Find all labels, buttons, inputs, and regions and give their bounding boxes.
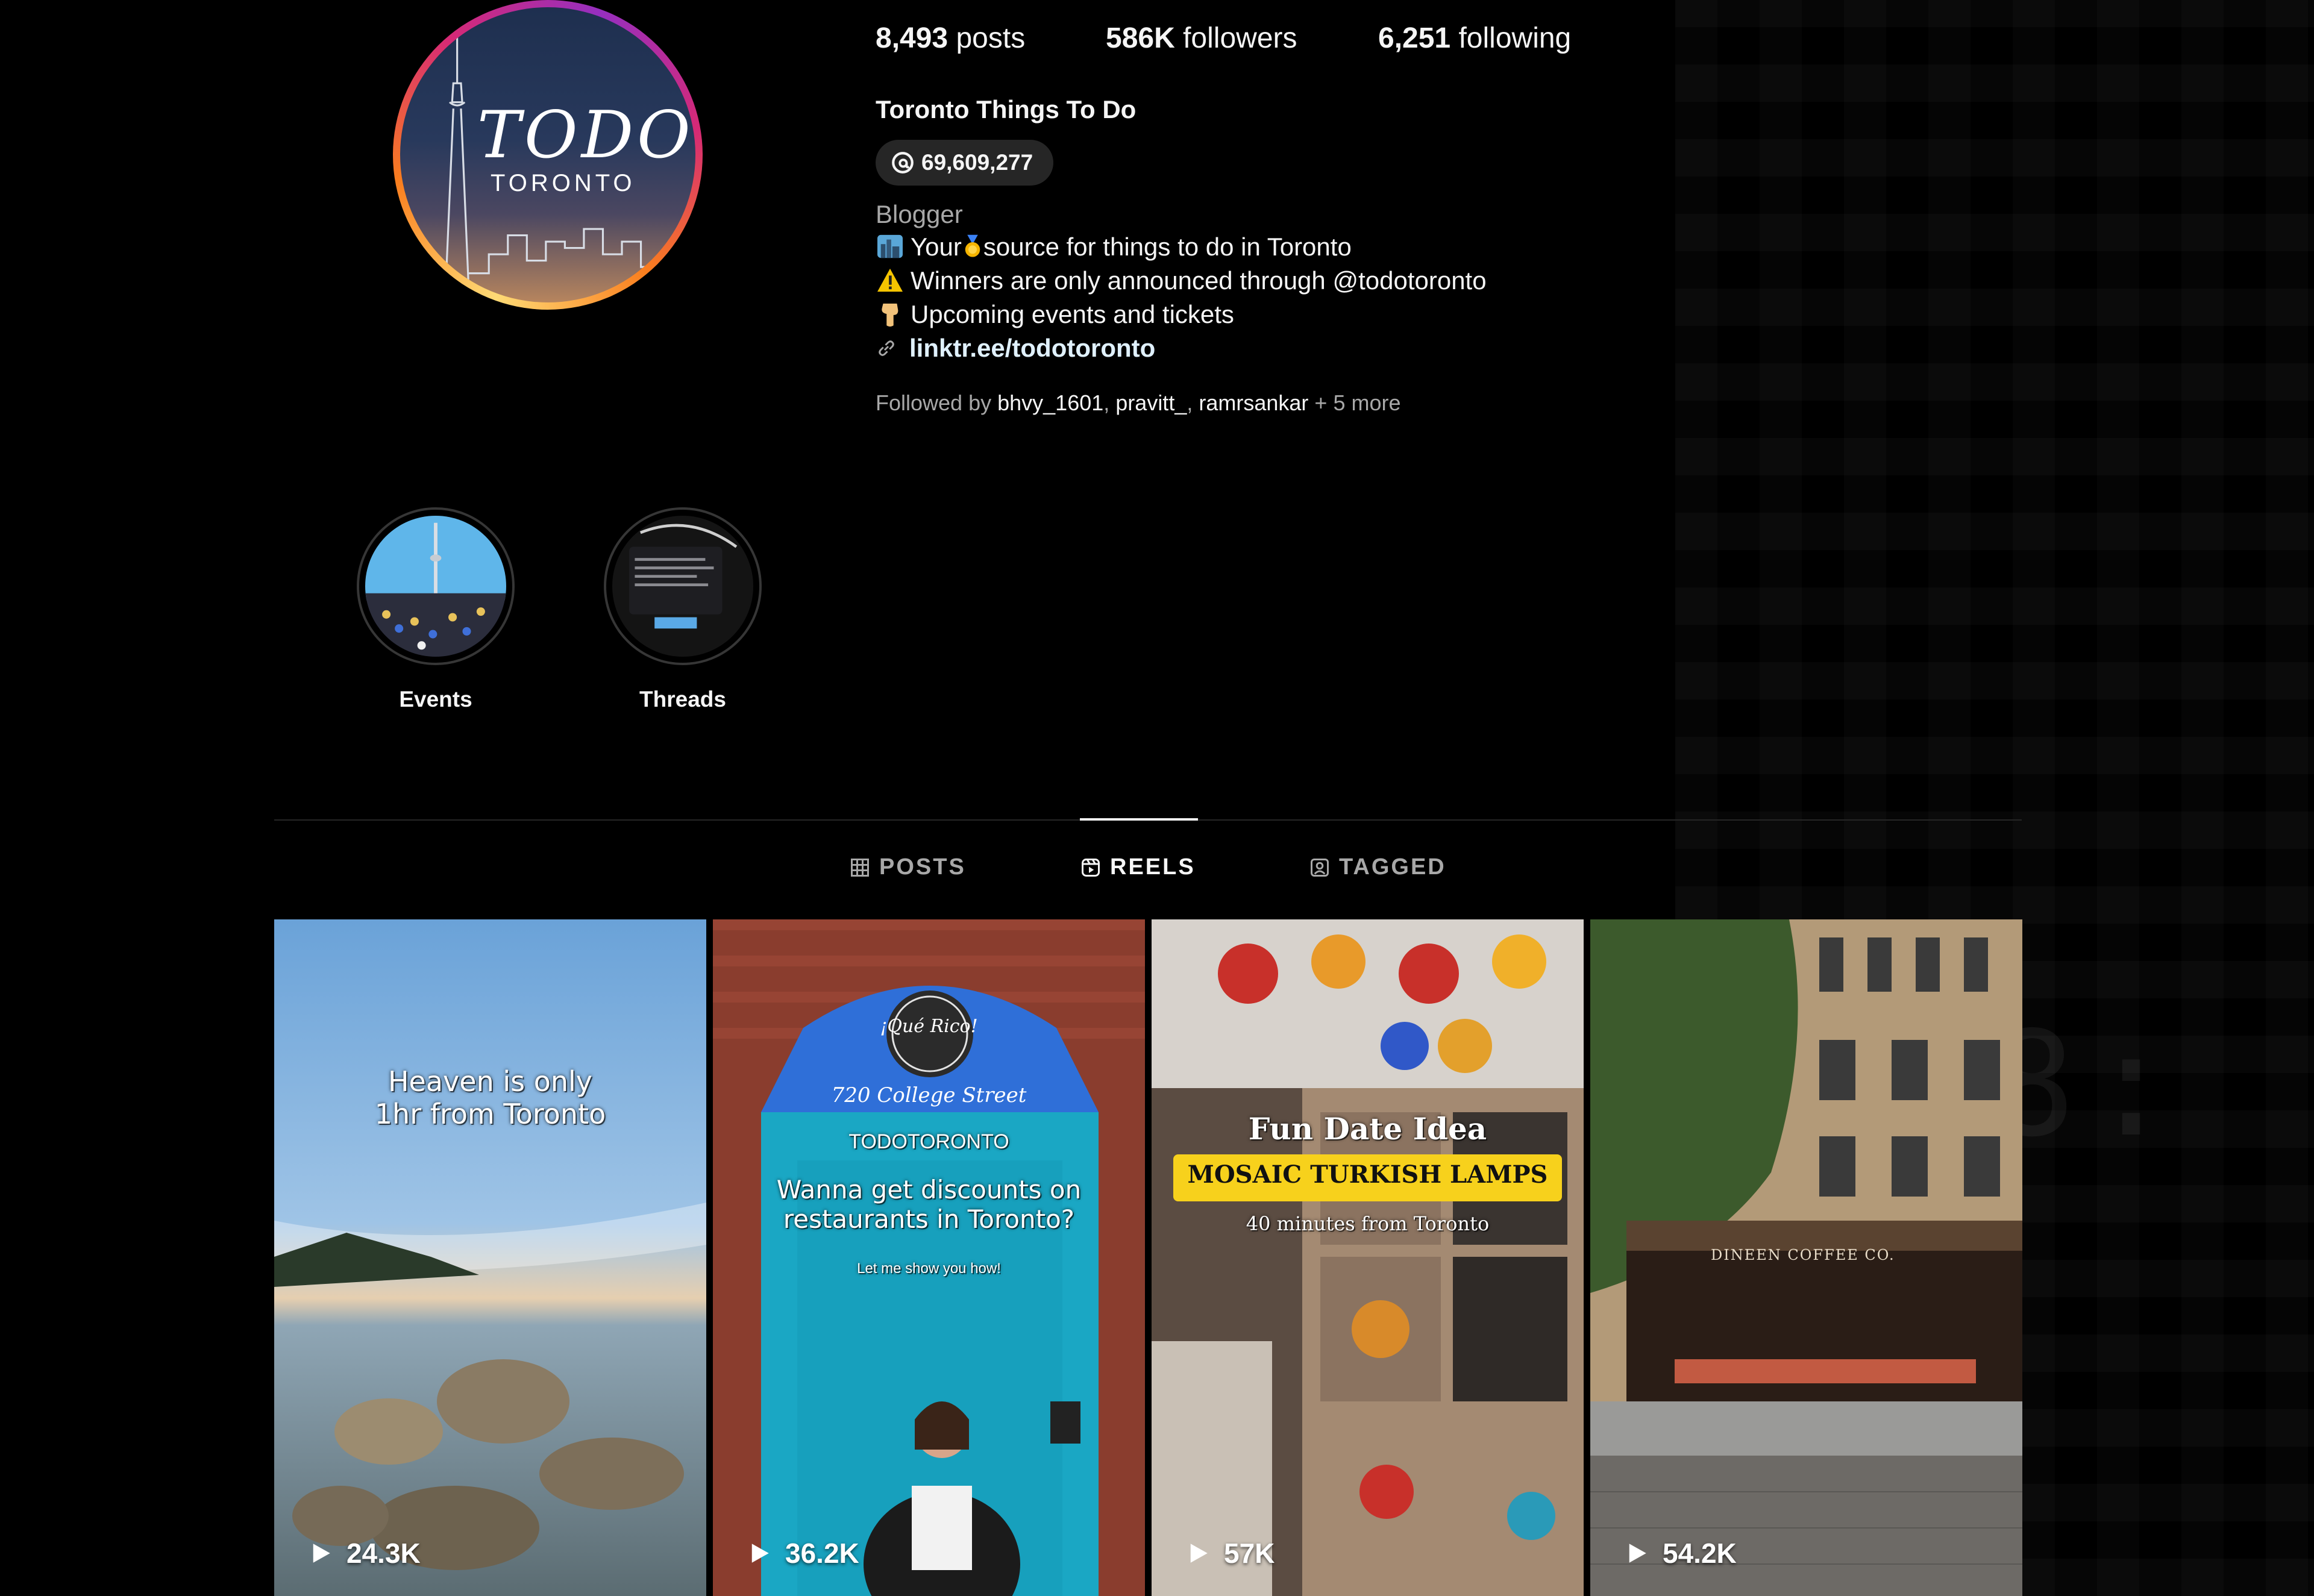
bio-line-3: Upcoming events and tickets bbox=[876, 300, 1234, 329]
highlight-events[interactable] bbox=[357, 507, 515, 665]
stat-posts-label: posts bbox=[956, 22, 1026, 54]
threads-icon bbox=[892, 152, 914, 174]
reel-2-caption: Wanna get discounts on restaurants in To… bbox=[713, 1175, 1145, 1234]
bio-line-1-start: Your bbox=[911, 233, 962, 261]
tab-tagged[interactable]: TAGGED bbox=[1309, 854, 1446, 880]
stat-following[interactable]: 6,251 following bbox=[1378, 22, 1571, 55]
highlight-threads-label[interactable]: Threads bbox=[592, 687, 773, 712]
threads-count: 69,609,277 bbox=[921, 150, 1033, 175]
follower-username[interactable]: bhvy_1601 bbox=[997, 390, 1103, 415]
reel-2-caption-line: restaurants in Toronto? bbox=[783, 1204, 1075, 1234]
tab-reels-label: REELS bbox=[1110, 854, 1196, 880]
profile-category: Blogger bbox=[876, 200, 963, 228]
reels-icon bbox=[1082, 858, 1100, 877]
active-tab-indicator bbox=[1080, 818, 1198, 821]
play-icon bbox=[751, 1544, 769, 1563]
stat-followers-label: followers bbox=[1183, 22, 1297, 54]
bio-line-1: Your source for things to do in Toronto bbox=[876, 233, 1352, 261]
avatar-logo-title: TODO bbox=[477, 98, 694, 173]
play-icon bbox=[1190, 1544, 1208, 1563]
reel-view-count: 24.3K bbox=[308, 1537, 421, 1569]
reel-4-views: 54.2K bbox=[1663, 1538, 1737, 1569]
reel-3-image bbox=[1152, 919, 1584, 1596]
profile-link-text[interactable]: linktr.ee/todotoronto bbox=[909, 334, 1155, 363]
stat-posts: 8,493 posts bbox=[876, 22, 1025, 55]
reel-2-caption-line: Wanna get discounts on bbox=[776, 1175, 1082, 1204]
followed-by-prefix: Followed by bbox=[876, 390, 992, 415]
follower-username[interactable]: pravitt_ bbox=[1115, 390, 1187, 415]
reel-view-count: 36.2K bbox=[747, 1537, 859, 1569]
reel-2-views: 36.2K bbox=[785, 1538, 859, 1569]
followed-by[interactable]: Followed by bhvy_1601, pravitt_, ramrsan… bbox=[876, 390, 1401, 416]
gold-medal-icon bbox=[965, 234, 980, 257]
cityscape-emoji-icon bbox=[877, 234, 903, 258]
highlight-threads[interactable] bbox=[604, 507, 762, 665]
warning-icon bbox=[877, 268, 903, 292]
tab-tagged-label: TAGGED bbox=[1339, 854, 1446, 880]
highlight-events-label[interactable]: Events bbox=[345, 687, 526, 712]
stat-following-label: following bbox=[1458, 22, 1572, 54]
reel-1-caption-line: Heaven is only bbox=[387, 1065, 593, 1098]
stat-followers[interactable]: 586K followers bbox=[1106, 22, 1297, 55]
bio-line-1-end: source for things to do in Toronto bbox=[983, 233, 1352, 261]
pointing-down-hand-icon bbox=[882, 303, 898, 327]
reel-3-views: 57K bbox=[1224, 1538, 1275, 1569]
highlight-events-thumbnail bbox=[365, 516, 506, 657]
reel-4-storefront-sign: DINEEN COFFEE CO. bbox=[1711, 1247, 1895, 1263]
reel-2-brand: TODOTORONTO bbox=[848, 1130, 1009, 1153]
link-icon bbox=[879, 340, 894, 356]
play-icon bbox=[313, 1544, 330, 1563]
stat-followers-value: 586K bbox=[1106, 22, 1175, 54]
reel-2-sign: ¡Qué Rico! bbox=[880, 1016, 978, 1037]
threads-badge[interactable]: 69,609,277 bbox=[876, 140, 1054, 186]
tab-reels[interactable]: REELS bbox=[1080, 854, 1196, 880]
reel-1-caption: Heaven is only 1hr from Toronto bbox=[274, 1065, 706, 1130]
avatar-logo-subtitle: TORONTO bbox=[491, 170, 636, 196]
reel-2-address: 720 College Street bbox=[831, 1083, 1027, 1107]
profile-name: Toronto Things To Do bbox=[876, 95, 1137, 124]
highlight-threads-thumbnail bbox=[612, 516, 753, 657]
bio-line-2: Winners are only announced through @todo… bbox=[876, 266, 1487, 295]
reel-view-count: 57K bbox=[1185, 1537, 1275, 1569]
tab-posts[interactable]: POSTS bbox=[849, 854, 966, 880]
profile-avatar-ring[interactable]: TODO TORONTO bbox=[393, 0, 703, 310]
profile-avatar[interactable]: TODO TORONTO bbox=[400, 7, 695, 302]
bio-line-2-text: Winners are only announced through @todo… bbox=[911, 266, 1487, 295]
bio-line-3-text: Upcoming events and tickets bbox=[911, 300, 1234, 328]
tab-posts-label: POSTS bbox=[879, 854, 966, 880]
reel-1-image bbox=[274, 919, 706, 1596]
follower-username[interactable]: ramrsankar bbox=[1199, 390, 1308, 415]
stat-posts-value: 8,493 bbox=[876, 22, 948, 54]
tagged-person-icon bbox=[1311, 858, 1329, 877]
profile-link[interactable]: linktr.ee/todotoronto bbox=[876, 334, 1155, 363]
reel-thumbnail[interactable]: Heaven is only 1hr from Toronto 24.3K bbox=[274, 919, 706, 1596]
reel-thumbnail[interactable]: Fun Date Idea MOSAIC TURKISH LAMPS 40 mi… bbox=[1152, 919, 1584, 1596]
play-icon bbox=[1629, 1544, 1646, 1563]
reel-thumbnail[interactable]: DINEEN COFFEE CO. 54.2K bbox=[1590, 919, 2022, 1596]
reel-1-caption-line: 1hr from Toronto bbox=[374, 1098, 606, 1130]
reel-3-caption-sub: 40 minutes from Toronto bbox=[1246, 1212, 1490, 1235]
followed-by-more[interactable]: + 5 more bbox=[1314, 390, 1400, 415]
reel-3-caption-banner-text: MOSAIC TURKISH LAMPS bbox=[1187, 1160, 1548, 1189]
stat-following-value: 6,251 bbox=[1378, 22, 1451, 54]
grid-icon bbox=[851, 858, 869, 877]
reel-view-count: 54.2K bbox=[1624, 1537, 1737, 1569]
reel-3-caption-title: Fun Date Idea bbox=[1248, 1111, 1487, 1147]
reel-2-subcaption: Let me show you how! bbox=[857, 1260, 1001, 1277]
reel-1-views: 24.3K bbox=[346, 1538, 421, 1569]
reel-thumbnail[interactable]: ¡Qué Rico! 720 College Street TODOTORONT… bbox=[713, 919, 1145, 1596]
